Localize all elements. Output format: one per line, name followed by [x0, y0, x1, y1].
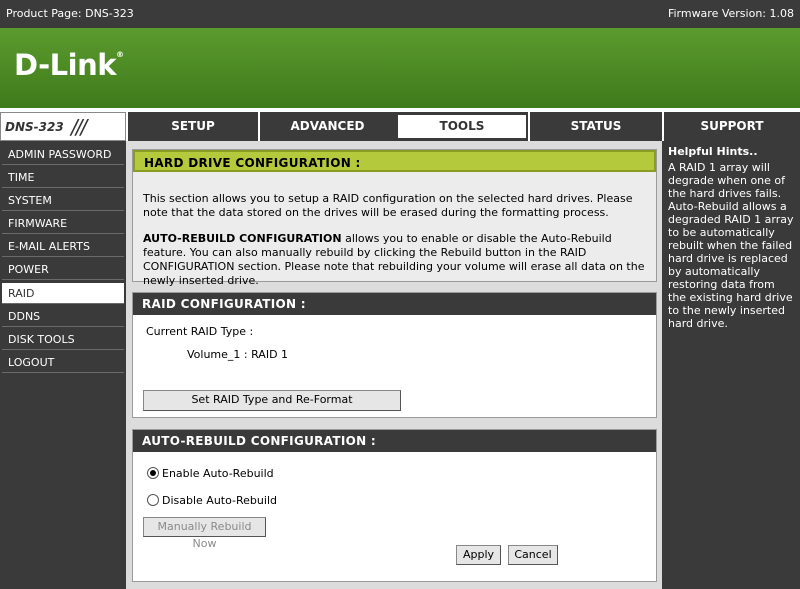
product-page-label: Product Page: DNS-323	[6, 7, 134, 20]
sidebar-item-admin-password[interactable]: ADMIN PASSWORD	[2, 144, 124, 165]
enable-auto-rebuild-radio[interactable]	[147, 467, 159, 479]
tab-setup[interactable]: SETUP	[126, 112, 258, 141]
top-bar: Product Page: DNS-323 Firmware Version: …	[0, 0, 800, 28]
auto-rebuild-configuration-heading: AUTO-REBUILD CONFIGURATION :	[133, 430, 656, 452]
main-content: HARD DRIVE CONFIGURATION : This section …	[126, 141, 662, 589]
raid-volume-value: Volume_1 : RAID 1	[187, 348, 289, 361]
raid-configuration-heading: RAID CONFIGURATION :	[133, 293, 656, 315]
set-raid-type-button[interactable]: Set RAID Type and Re-Format	[143, 390, 401, 411]
firmware-version-label: Firmware Version: 1.08	[667, 7, 794, 20]
auto-rebuild-configuration-section: AUTO-REBUILD CONFIGURATION : Enable Auto…	[132, 429, 657, 582]
disable-auto-rebuild-option[interactable]: Disable Auto-Rebuild	[147, 494, 277, 507]
tab-tools[interactable]: TOOLS	[396, 113, 528, 140]
auto-rebuild-description: AUTO-REBUILD CONFIGURATION allows you to…	[143, 232, 648, 288]
manually-rebuild-button[interactable]: Manually Rebuild Now	[143, 517, 266, 550]
enable-auto-rebuild-label: Enable Auto-Rebuild	[162, 467, 274, 480]
auto-rebuild-term: AUTO-REBUILD CONFIGURATION	[143, 232, 342, 245]
tab-support[interactable]: SUPPORT	[662, 112, 800, 141]
dlink-logo: D-Link®	[14, 48, 124, 82]
sidebar-item-disk-tools[interactable]: DISK TOOLS	[2, 329, 124, 350]
model-slashes-decoration: ///	[71, 115, 87, 139]
sidebar-item-power-management[interactable]: POWER MANAGEMENT	[2, 259, 124, 297]
model-name: DNS-323	[5, 120, 64, 134]
hard-drive-configuration-heading: HARD DRIVE CONFIGURATION :	[133, 150, 656, 172]
current-raid-type-label: Current RAID Type :	[146, 325, 254, 338]
disable-auto-rebuild-label: Disable Auto-Rebuild	[162, 494, 277, 507]
sidebar: ADMIN PASSWORD TIME SYSTEM FIRMWARE E-MA…	[0, 141, 126, 589]
sidebar-item-system[interactable]: SYSTEM	[2, 190, 124, 211]
helpful-hints-title: Helpful Hints..	[668, 145, 758, 158]
hard-drive-description: This section allows you to setup a RAID …	[143, 192, 633, 219]
sidebar-item-logout[interactable]: LOGOUT	[2, 352, 124, 373]
brand-banner: D-Link®	[0, 28, 800, 110]
sidebar-item-raid[interactable]: RAID	[2, 283, 124, 304]
helpful-hints-panel: Helpful Hints.. A RAID 1 array will degr…	[662, 141, 800, 589]
sidebar-item-time[interactable]: TIME	[2, 167, 124, 188]
raid-configuration-section: RAID CONFIGURATION : Current RAID Type :…	[132, 292, 657, 418]
tab-advanced[interactable]: ADVANCED	[258, 112, 395, 141]
apply-button[interactable]: Apply	[456, 545, 501, 565]
sidebar-item-ddns[interactable]: DDNS	[2, 306, 124, 327]
helpful-hints-text: A RAID 1 array will degrade when one of …	[668, 161, 794, 330]
enable-auto-rebuild-option[interactable]: Enable Auto-Rebuild	[147, 467, 274, 480]
disable-auto-rebuild-radio[interactable]	[147, 494, 159, 506]
tab-status[interactable]: STATUS	[528, 112, 662, 141]
sidebar-item-email-alerts[interactable]: E-MAIL ALERTS	[2, 236, 124, 257]
sidebar-item-firmware[interactable]: FIRMWARE	[2, 213, 124, 234]
cancel-button[interactable]: Cancel	[508, 545, 558, 565]
hard-drive-configuration-section: HARD DRIVE CONFIGURATION : This section …	[132, 149, 657, 287]
model-badge: DNS-323 ///	[0, 112, 126, 141]
main-navigation: DNS-323 /// SETUP ADVANCED TOOLS STATUS …	[0, 112, 800, 141]
